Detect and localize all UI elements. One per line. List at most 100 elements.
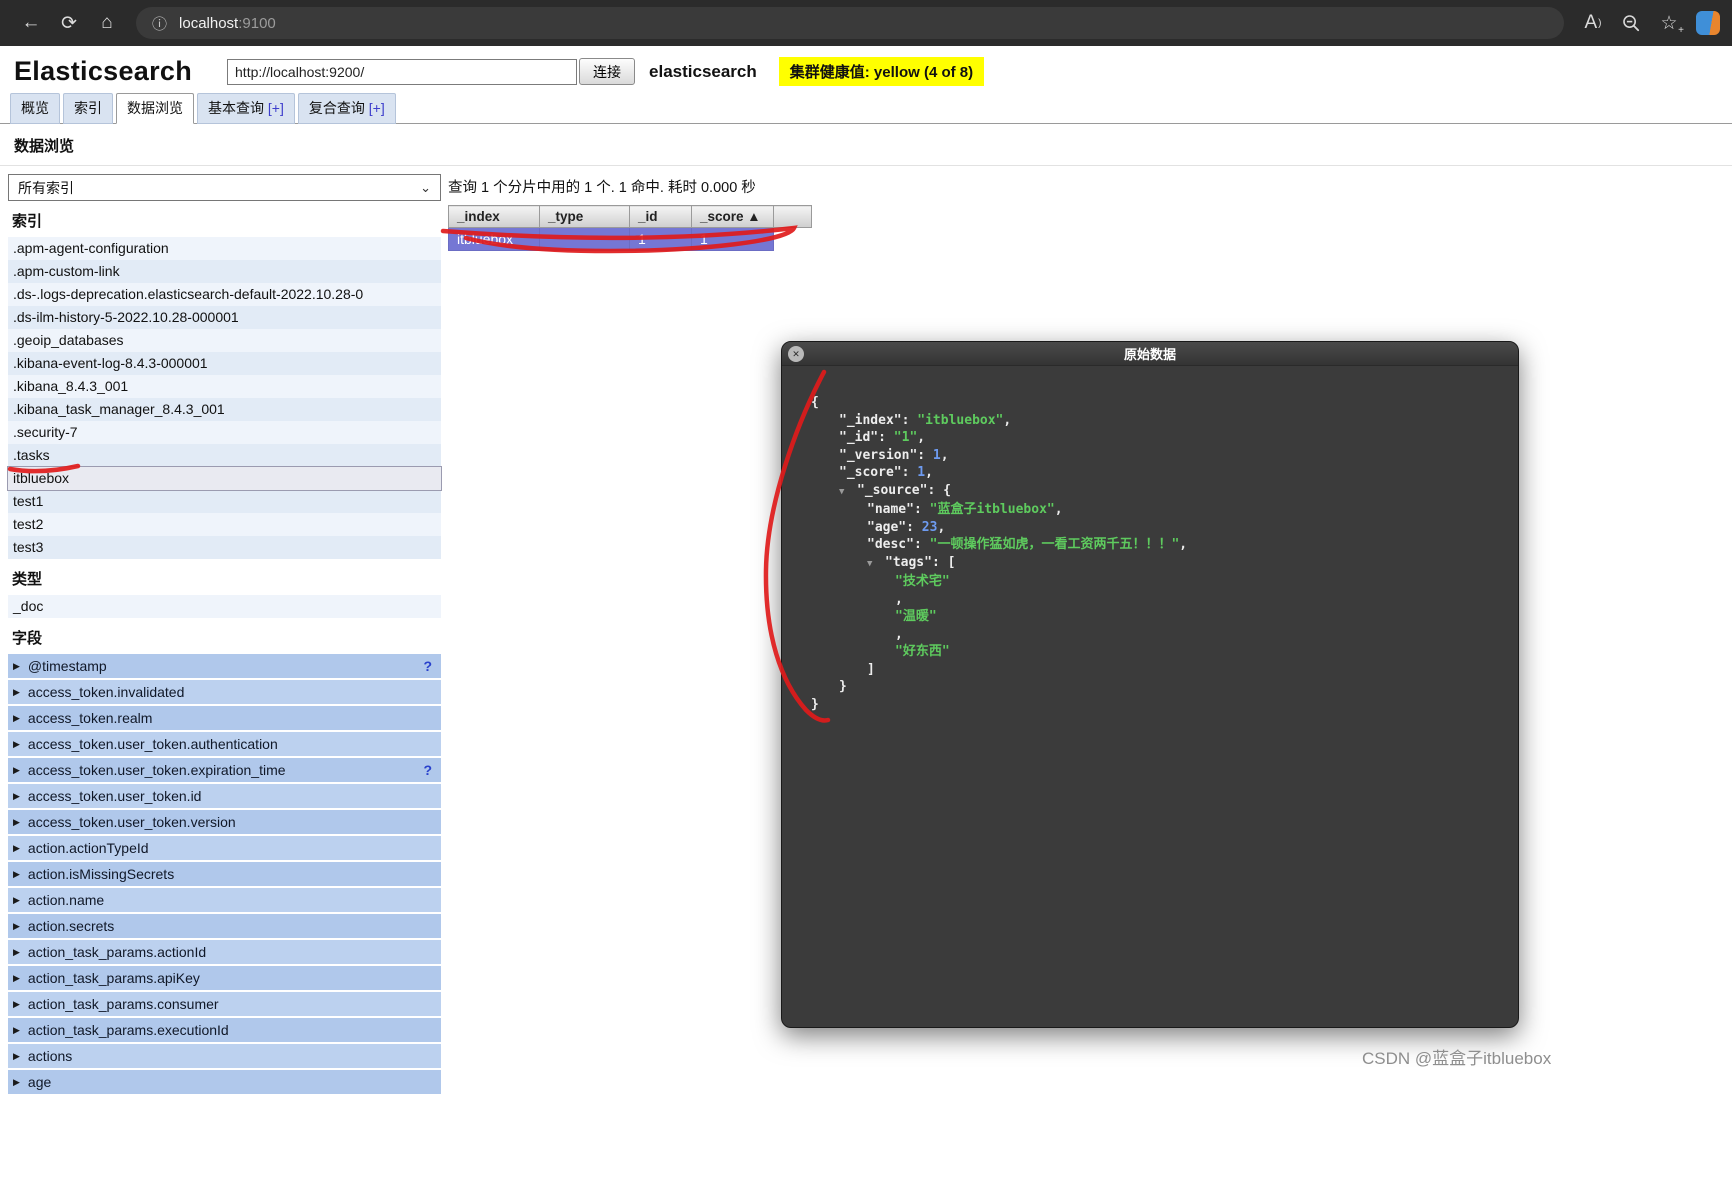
result-cell[interactable] [540,228,630,251]
index-item[interactable]: .tasks [8,444,441,467]
zoom-out-icon[interactable] [1612,5,1650,41]
field-item[interactable]: ▶action.actionTypeId [8,836,441,860]
result-row[interactable]: itbluebox 11 [449,228,812,251]
index-filter-select[interactable]: 所有索引 ⌄ [8,174,441,201]
index-list: .apm-agent-configuration.apm-custom-link… [8,237,441,559]
add-favorite-icon[interactable]: ☆+ [1650,5,1688,41]
expand-triangle-icon: ▶ [13,869,20,880]
field-name: action_task_params.consumer [28,996,219,1012]
json-line: "_index": "itbluebox", [782,412,1518,430]
json-token: , [1003,413,1011,428]
field-item[interactable]: ▶age [8,1070,441,1094]
json-token: 23 [922,520,938,535]
connect-button[interactable]: 连接 [579,58,635,85]
field-item[interactable]: ▶action_task_params.executionId [8,1018,441,1042]
result-cell[interactable]: 1 [692,228,774,251]
chevron-down-icon: ⌄ [420,180,431,196]
index-item[interactable]: .geoip_databases [8,329,441,352]
tab-3[interactable]: 基本查询 [+] [197,93,295,124]
url-port: :9100 [238,15,276,32]
index-item[interactable]: test1 [8,490,441,513]
column-header-_score[interactable]: _score ▲ [692,206,774,228]
modal-titlebar[interactable]: ✕ 原始数据 [782,342,1518,366]
expand-triangle-icon: ▶ [13,921,20,932]
browser-profile-icon[interactable] [1696,11,1720,35]
page-title-bar: 数据浏览 [0,124,1732,166]
field-name: @timestamp [28,658,107,674]
json-token: [ [948,555,956,570]
field-item[interactable]: ▶action_task_params.actionId [8,940,441,964]
home-icon[interactable]: ⌂ [88,5,126,41]
column-header-spacer[interactable] [774,206,812,228]
field-item[interactable]: ▶access_token.invalidated [8,680,441,704]
json-line: "_score": 1, [782,464,1518,482]
type-item[interactable]: _doc [8,595,441,618]
app-title: Elasticsearch [14,56,192,87]
tab-bar: 概览索引数据浏览基本查询 [+]复合查询 [+] [0,93,1732,124]
expand-triangle-icon: ▶ [13,817,20,828]
es-url-input[interactable] [227,59,577,85]
field-item[interactable]: ▶ access_token.user_token.version [8,810,441,834]
field-item[interactable]: ▶action.secrets [8,914,441,938]
indices-section-title: 索引 [12,210,441,231]
field-help-icon[interactable]: ? [423,658,432,674]
index-item[interactable]: .apm-custom-link [8,260,441,283]
result-table-head-row: _index_type_id_score ▲ [449,206,812,228]
field-item[interactable]: ▶action.name [8,888,441,912]
result-cell[interactable] [774,228,812,251]
tab-2[interactable]: 数据浏览 [116,93,194,124]
index-item[interactable]: .kibana_task_manager_8.4.3_001 [8,398,441,421]
json-token: "一顿操作猛如虎，一看工资两千五！！！" [930,537,1180,552]
site-info-icon[interactable]: ⓘ [152,13,167,34]
index-item[interactable]: .security-7 [8,421,441,444]
json-token: { [943,483,951,498]
field-item[interactable]: ▶access_token.user_token.id [8,784,441,808]
field-item[interactable]: ▶action.isMissingSecrets [8,862,441,886]
modal-close-icon[interactable]: ✕ [788,346,804,362]
index-item[interactable]: itbluebox [8,467,441,490]
address-bar[interactable]: ⓘ localhost:9100 [136,7,1564,39]
back-icon[interactable]: ← [12,5,50,41]
refresh-icon[interactable]: ⟳ [50,5,88,41]
column-header-_index[interactable]: _index [449,206,540,228]
result-cell[interactable]: itbluebox [449,228,540,251]
expand-triangle-icon: ▶ [13,713,20,724]
field-name: access_token.user_token.expiration_time [28,762,286,778]
field-item[interactable]: ▶@timestamp? [8,654,441,678]
json-token: "蓝盒子itbluebox" [930,502,1055,517]
field-name: access_token.user_token.id [28,788,202,804]
field-list: ▶@timestamp?▶access_token.invalidated▶ac… [8,654,441,1094]
field-item[interactable]: ▶action_task_params.apiKey [8,966,441,990]
index-item[interactable]: .kibana-event-log-8.4.3-000001 [8,352,441,375]
index-item[interactable]: test2 [8,513,441,536]
tab-4[interactable]: 复合查询 [+] [298,93,396,124]
collapse-arrow-icon[interactable]: ▼ [867,556,885,574]
field-name: access_token.user_token.version [28,814,236,830]
json-line: "_id": "1", [782,429,1518,447]
column-header-_id[interactable]: _id [630,206,692,228]
tab-1[interactable]: 索引 [63,93,113,124]
index-filter-value: 所有索引 [18,178,74,198]
tab-0[interactable]: 概览 [10,93,60,124]
field-help-icon[interactable]: ? [423,762,432,778]
field-item[interactable]: ▶access_token.realm [8,706,441,730]
index-item[interactable]: .ds-.logs-deprecation.elasticsearch-defa… [8,283,441,306]
field-item[interactable]: ▶actions [8,1044,441,1068]
browser-chrome: ← ⟳ ⌂ ⓘ localhost:9100 A) ☆+ [0,0,1732,46]
csdn-watermark: CSDN @蓝盒子itbluebox [1362,1044,1551,1069]
field-item[interactable]: ▶access_token.user_token.expiration_time… [8,758,441,782]
collapse-arrow-icon[interactable]: ▼ [839,484,857,502]
json-token: , [937,520,945,535]
index-item[interactable]: .apm-agent-configuration [8,237,441,260]
result-cell[interactable]: 1 [630,228,692,251]
field-item[interactable]: ▶action_task_params.consumer [8,992,441,1016]
index-item[interactable]: test3 [8,536,441,559]
column-header-_type[interactable]: _type [540,206,630,228]
raw-data-modal: ✕ 原始数据 { "_index": "itbluebox","_id": "1"… [781,341,1519,1028]
index-item[interactable]: .kibana_8.4.3_001 [8,375,441,398]
read-aloud-icon[interactable]: A) [1574,5,1612,41]
index-item[interactable]: .ds-ilm-history-5-2022.10.28-000001 [8,306,441,329]
json-token: "_source": [857,483,943,498]
field-item[interactable]: ▶access_token.user_token.authentication [8,732,441,756]
field-name: access_token.invalidated [28,684,184,700]
